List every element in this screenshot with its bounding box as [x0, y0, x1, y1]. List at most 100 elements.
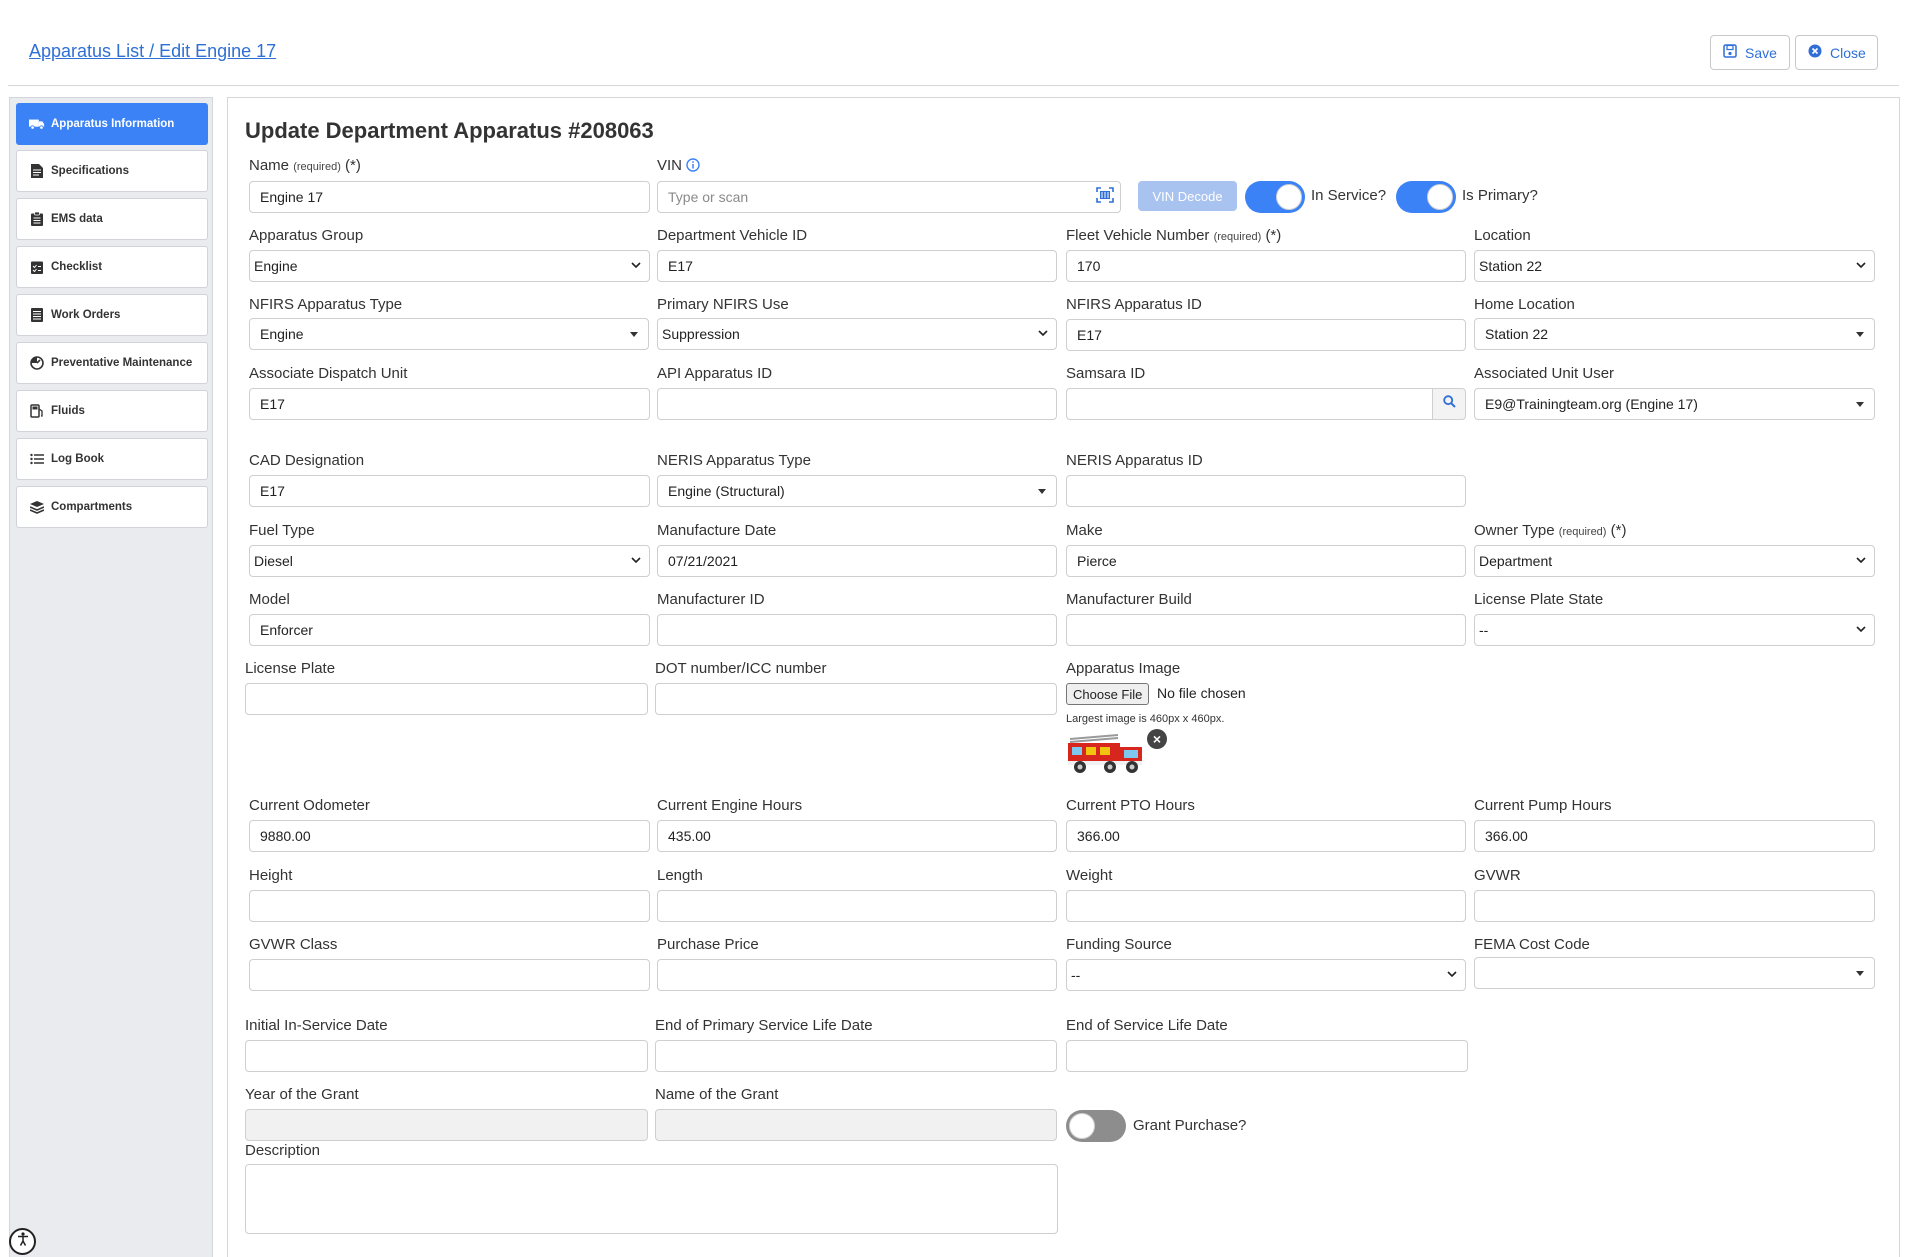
cad-designation-field[interactable]: E17 [249, 475, 650, 507]
year-of-grant-label: Year of the Grant [245, 1086, 359, 1103]
neris-apparatus-id-label: NERIS Apparatus ID [1066, 452, 1203, 469]
save-icon [1723, 44, 1737, 61]
chevron-down-icon [1447, 971, 1457, 978]
scan-button[interactable] [1089, 181, 1121, 213]
end-service-life-field[interactable] [1066, 1040, 1468, 1072]
owner-type-select[interactable]: Department [1474, 545, 1875, 577]
current-odometer-field[interactable]: 9880.00 [249, 820, 650, 852]
funding-source-select[interactable]: -- [1066, 959, 1466, 991]
weight-field[interactable] [1066, 890, 1466, 922]
initial-in-service-date-label: Initial In-Service Date [245, 1017, 388, 1034]
manufacturer-build-label: Manufacturer Build [1066, 591, 1192, 608]
manufacturer-build-field[interactable] [1066, 614, 1466, 646]
nfirs-apparatus-type-label: NFIRS Apparatus Type [249, 296, 403, 313]
sidebar-item-ems-data[interactable]: EMS data [16, 198, 208, 240]
chevron-down-icon [1856, 626, 1866, 633]
neris-apparatus-id-field[interactable] [1066, 475, 1466, 507]
layers-icon [29, 499, 45, 515]
fleet-vehicle-number-field[interactable]: 170 [1066, 250, 1466, 282]
vin-label: VIN [657, 157, 700, 176]
model-field[interactable]: Enforcer [249, 614, 650, 646]
top-bar: Apparatus List / Edit Engine 17 Save Clo… [0, 0, 1907, 86]
fuel-type-select[interactable]: Diesel [249, 545, 650, 577]
image-size-hint: Largest image is 460px x 460px. [1066, 713, 1225, 725]
purchase-price-field[interactable] [657, 959, 1057, 991]
end-service-life-label: End of Service Life Date [1066, 1017, 1228, 1034]
gvwr-label: GVWR [1474, 867, 1521, 884]
sidebar: Apparatus Information Specifications EMS… [9, 97, 213, 1257]
fire-truck-image [1068, 734, 1142, 773]
sidebar-item-log-book[interactable]: Log Book [16, 438, 208, 480]
fleet-vehicle-number-label: Fleet Vehicle Number (required) (*) [1066, 227, 1282, 244]
neris-apparatus-type-select[interactable]: Engine (Structural) [657, 475, 1057, 507]
sidebar-item-checklist[interactable]: Checklist [16, 246, 208, 288]
apparatus-group-label: Apparatus Group [249, 227, 364, 244]
associated-unit-user-select[interactable]: E9@Trainingteam.org (Engine 17) [1474, 388, 1875, 420]
make-label: Make [1066, 522, 1103, 539]
samsara-search-button[interactable] [1432, 388, 1466, 420]
neris-apparatus-type-label: NERIS Apparatus Type [657, 452, 811, 469]
department-vehicle-id-field[interactable]: E17 [657, 250, 1057, 282]
grant-purchase-toggle[interactable] [1066, 1110, 1126, 1142]
current-engine-hours-field[interactable]: 435.00 [657, 820, 1057, 852]
description-textarea[interactable] [245, 1164, 1058, 1234]
remove-image-button[interactable]: × [1147, 729, 1167, 749]
nfirs-apparatus-id-field[interactable]: E17 [1066, 319, 1466, 351]
manufacturer-id-field[interactable] [657, 614, 1057, 646]
page-title: Update Department Apparatus #208063 [245, 118, 654, 143]
cad-designation-label: CAD Designation [249, 452, 365, 469]
sidebar-item-specifications[interactable]: Specifications [16, 150, 208, 192]
sidebar-item-apparatus-information[interactable]: Apparatus Information [16, 103, 208, 145]
current-engine-hours-label: Current Engine Hours [657, 797, 803, 814]
dot-number-field[interactable] [655, 683, 1057, 715]
chevron-down-icon [1038, 330, 1048, 337]
api-apparatus-id-label: API Apparatus ID [657, 365, 773, 382]
search-icon [1442, 395, 1456, 413]
year-of-grant-field [245, 1109, 648, 1141]
make-field[interactable]: Pierce [1066, 545, 1466, 577]
caret-down-icon [630, 332, 638, 337]
current-pto-hours-field[interactable]: 366.00 [1066, 820, 1466, 852]
sidebar-item-label: Checklist [51, 261, 103, 273]
in-service-toggle[interactable] [1245, 181, 1305, 213]
gvwr-class-field[interactable] [249, 959, 650, 991]
nfirs-apparatus-type-select[interactable]: Engine [249, 318, 649, 350]
save-button[interactable]: Save [1710, 35, 1790, 70]
breadcrumb[interactable]: Apparatus List / Edit Engine 17 [29, 41, 276, 62]
save-label: Save [1745, 44, 1777, 61]
sidebar-item-preventative-maintenance[interactable]: Preventative Maintenance [16, 342, 208, 384]
current-pump-hours-label: Current Pump Hours [1474, 797, 1612, 814]
location-select[interactable]: Station 22 [1474, 250, 1875, 282]
funding-source-label: Funding Source [1066, 936, 1172, 953]
gauge-icon [29, 355, 45, 371]
sidebar-item-fluids[interactable]: Fluids [16, 390, 208, 432]
end-primary-service-life-field[interactable] [655, 1040, 1057, 1072]
current-pump-hours-field[interactable]: 366.00 [1474, 820, 1875, 852]
close-button[interactable]: Close [1795, 35, 1878, 70]
accessibility-button[interactable] [9, 1228, 36, 1255]
vin-input[interactable]: Type or scan [657, 181, 1090, 213]
fema-cost-code-select[interactable] [1474, 957, 1875, 989]
fuel-icon [29, 403, 45, 419]
close-icon: × [1152, 731, 1162, 747]
initial-in-service-date-field[interactable] [245, 1040, 648, 1072]
gvwr-field[interactable] [1474, 890, 1875, 922]
is-primary-toggle[interactable] [1396, 181, 1456, 213]
api-apparatus-id-field[interactable] [657, 388, 1057, 420]
home-location-select[interactable]: Station 22 [1474, 318, 1875, 350]
purchase-price-label: Purchase Price [657, 936, 759, 953]
apparatus-group-select[interactable]: Engine [249, 250, 650, 282]
license-plate-field[interactable] [245, 683, 648, 715]
vin-decode-button[interactable]: VIN Decode [1138, 181, 1237, 211]
license-plate-state-select[interactable]: -- [1474, 614, 1875, 646]
manufacture-date-field[interactable]: 07/21/2021 [657, 545, 1057, 577]
associate-dispatch-unit-field[interactable]: E17 [249, 388, 650, 420]
sidebar-item-work-orders[interactable]: Work Orders [16, 294, 208, 336]
height-field[interactable] [249, 890, 650, 922]
choose-file-button[interactable]: Choose File [1066, 683, 1150, 705]
primary-nfirs-use-select[interactable]: Suppression [657, 318, 1057, 350]
length-field[interactable] [657, 890, 1057, 922]
sidebar-item-compartments[interactable]: Compartments [16, 486, 208, 528]
samsara-id-field[interactable] [1066, 388, 1433, 420]
name-field[interactable]: Engine 17 [249, 181, 650, 213]
